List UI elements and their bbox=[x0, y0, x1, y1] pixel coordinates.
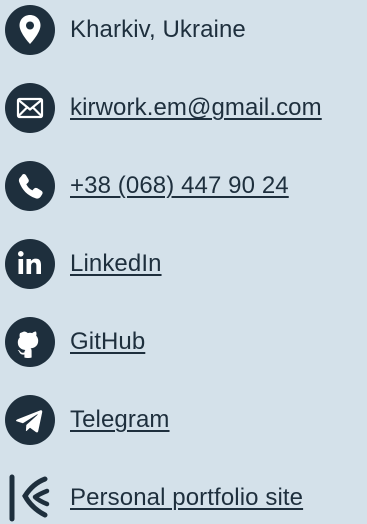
phone-icon bbox=[5, 161, 55, 211]
contact-item-github: GitHub bbox=[5, 316, 145, 368]
contact-item-portfolio: Personal portfolio site bbox=[5, 472, 303, 524]
mail-icon bbox=[5, 83, 55, 133]
location-pin-icon bbox=[5, 5, 55, 55]
contact-item-email: kirwork.em@gmail.com bbox=[5, 82, 322, 134]
contact-item-linkedin: LinkedIn bbox=[5, 238, 162, 290]
email-link[interactable]: kirwork.em@gmail.com bbox=[70, 94, 322, 122]
contact-item-telegram: Telegram bbox=[5, 394, 170, 446]
contact-item-phone: +38 (068) 447 90 24 bbox=[5, 160, 289, 212]
github-icon bbox=[5, 317, 55, 367]
linkedin-icon bbox=[5, 239, 55, 289]
contact-item-location: Kharkiv, Ukraine bbox=[5, 4, 246, 56]
portfolio-link[interactable]: Personal portfolio site bbox=[70, 484, 303, 512]
linkedin-link[interactable]: LinkedIn bbox=[70, 250, 162, 278]
portfolio-logo-icon bbox=[5, 473, 55, 523]
phone-link[interactable]: +38 (068) 447 90 24 bbox=[70, 172, 289, 200]
location-text: Kharkiv, Ukraine bbox=[70, 16, 246, 43]
telegram-icon bbox=[5, 395, 55, 445]
github-link[interactable]: GitHub bbox=[70, 328, 145, 356]
telegram-link[interactable]: Telegram bbox=[70, 406, 170, 434]
